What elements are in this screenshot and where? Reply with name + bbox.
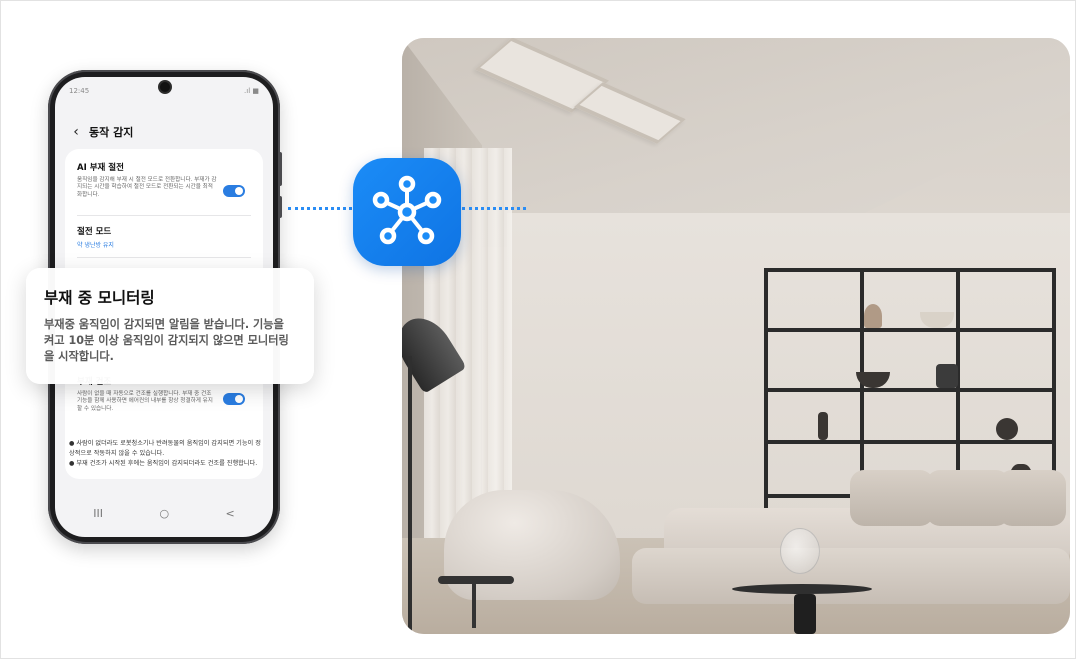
note-item: ● 사람이 없더라도 로봇청소기나 반려동물의 움직임이 감지되면 기능이 정상… bbox=[69, 440, 261, 457]
callout-title: 부재 중 모니터링 bbox=[44, 289, 155, 307]
smartthings-hub-icon bbox=[353, 158, 461, 266]
sofa-seat bbox=[632, 548, 1070, 604]
auto-dry-toggle[interactable] bbox=[223, 393, 245, 405]
setting-description: 사람이 없을 때 자동으로 건조를 실행합니다. 부재 중 건조 기능을 함께 … bbox=[77, 391, 213, 412]
screen-header: ‹ 동작 감지 bbox=[69, 121, 259, 143]
connector-right bbox=[462, 207, 526, 210]
back-button[interactable]: < bbox=[226, 507, 235, 520]
floor-lamp-pole bbox=[408, 356, 412, 634]
side-table bbox=[438, 576, 514, 584]
setting-title: 절전 모드 bbox=[77, 227, 112, 237]
coffee-table-base bbox=[794, 594, 816, 634]
divider bbox=[77, 215, 251, 216]
ai-saving-toggle[interactable] bbox=[223, 185, 245, 197]
system-nav-bar: III ○ < bbox=[65, 503, 263, 523]
note-item: ● 부재 건조가 시작된 후에는 움직임이 감지되더라도 건조를 진행합니다. bbox=[69, 460, 258, 467]
page-title: 동작 감지 bbox=[89, 126, 134, 139]
coffee-table bbox=[732, 584, 872, 594]
sofa-cushion bbox=[998, 470, 1066, 526]
recent-apps-button[interactable]: III bbox=[93, 507, 103, 520]
setting-title: AI 부재 절전 bbox=[77, 163, 124, 173]
connector-left bbox=[288, 207, 352, 210]
living-room-photo bbox=[402, 38, 1070, 634]
setting-ai-saving[interactable]: AI 부재 절전 움직임을 감지해 부재 시 절전 모드로 전환합니다. 부재가… bbox=[77, 161, 251, 199]
setting-description: 움직임을 감지해 부재 시 절전 모드로 전환합니다. 부재가 감지되는 시간을… bbox=[77, 177, 217, 198]
divider bbox=[77, 257, 251, 258]
feature-callout: 부재 중 모니터링 부재중 움직임이 감지되면 알림을 받습니다. 기능을 켜고… bbox=[26, 268, 314, 384]
setting-saving-mode[interactable]: 절전 모드 약 냉난방 유지 bbox=[77, 225, 251, 249]
sofa-cushion bbox=[850, 470, 934, 526]
side-table-leg bbox=[472, 584, 476, 628]
chevron-left-icon[interactable]: ‹ bbox=[69, 125, 83, 139]
setting-value: 약 냉난방 유지 bbox=[77, 242, 114, 249]
phone-side-key bbox=[278, 196, 282, 218]
status-time: 12:45 bbox=[69, 87, 90, 95]
home-button[interactable]: ○ bbox=[159, 507, 169, 520]
phone-side-key bbox=[278, 152, 282, 186]
signal-battery-icon: .ıl ■ bbox=[244, 87, 259, 95]
front-camera bbox=[160, 82, 170, 92]
callout-description: 부재중 움직임이 감지되면 알림을 받습니다. 기능을 켜고 10분 이상 움직… bbox=[44, 318, 289, 363]
notes: ● 사람이 없더라도 로봇청소기나 반려동물의 움직임이 감지되면 기능이 정상… bbox=[69, 439, 263, 469]
glass-vase bbox=[780, 528, 820, 574]
